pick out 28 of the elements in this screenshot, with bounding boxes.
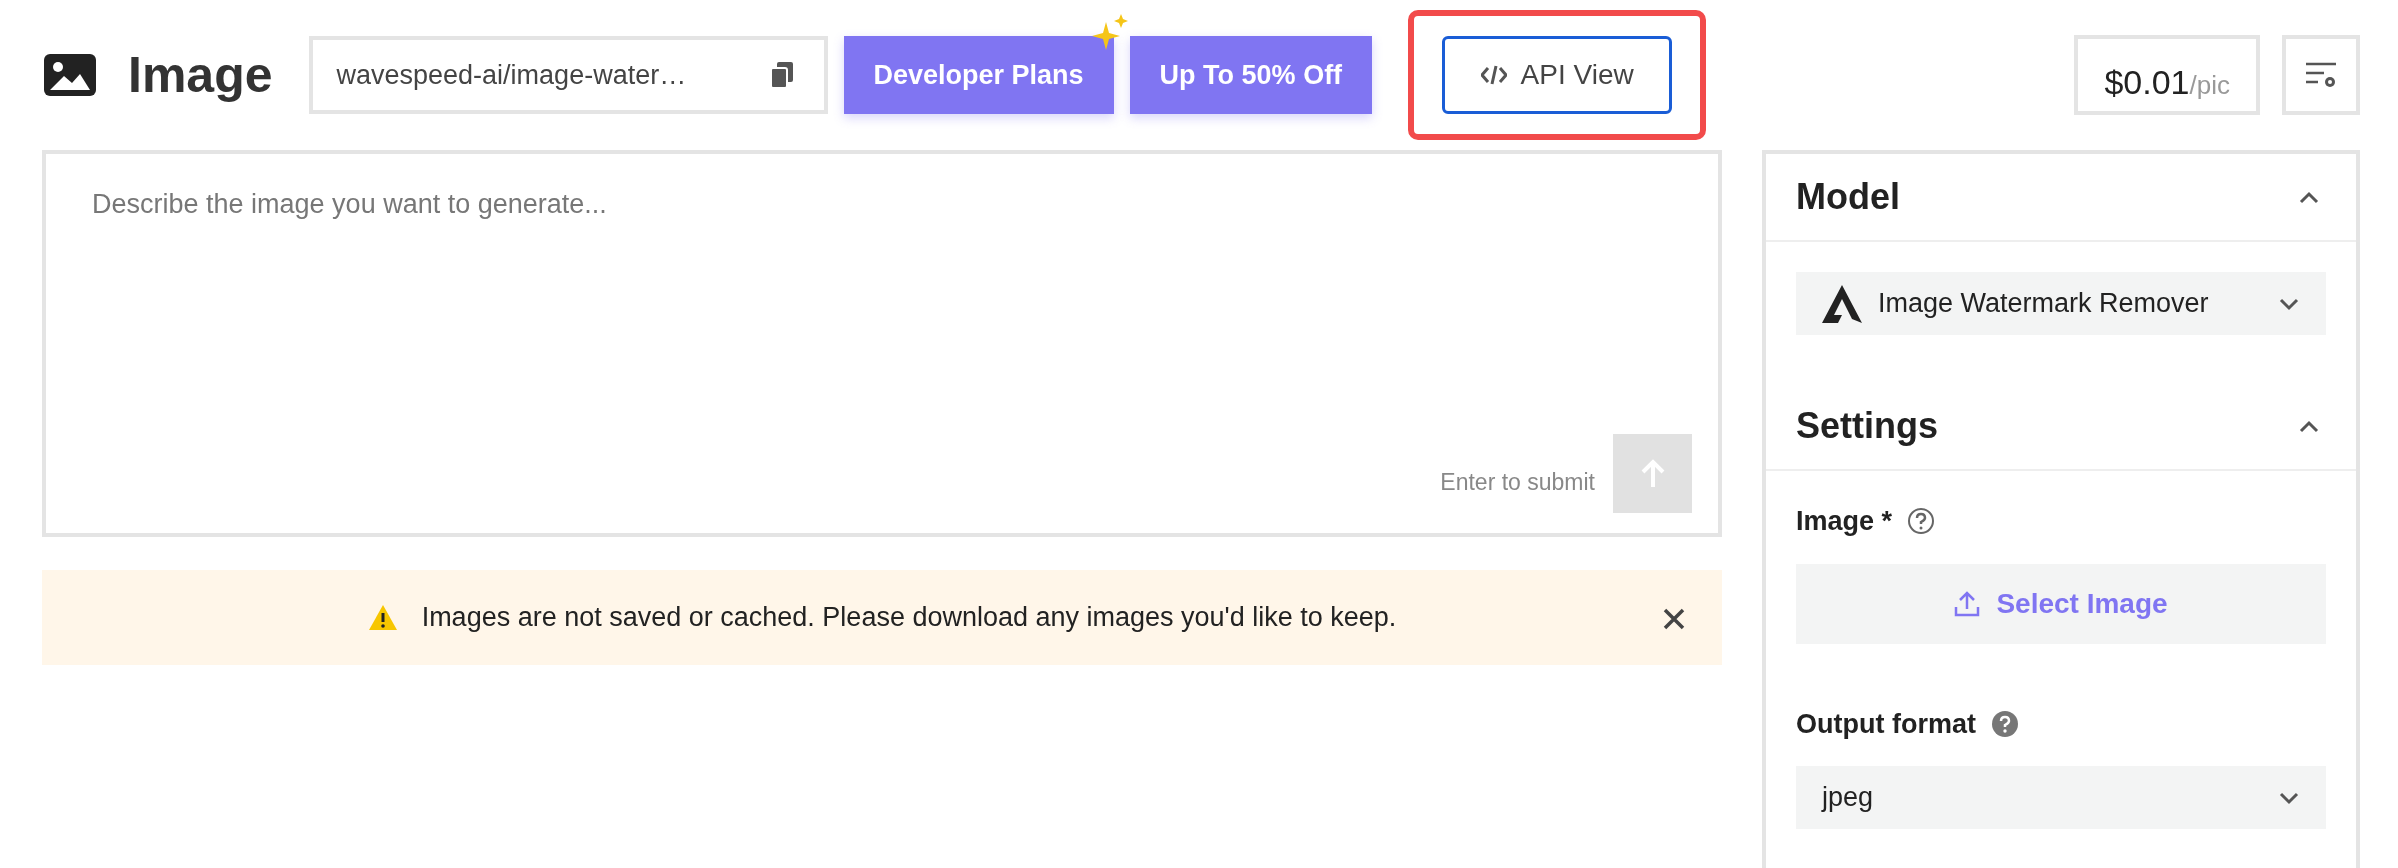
logo-icon <box>1822 284 1862 323</box>
format-select[interactable]: jpeg <box>1796 766 2326 829</box>
notice-text: Images are not saved or cached. Please download any images you'd like to keep. <box>421 601 1397 635</box>
settings-icon <box>2304 60 2338 90</box>
select-value: jpeg <box>1822 781 1874 815</box>
page-title: Image <box>128 45 273 105</box>
model-select[interactable]: Image Watermark Remover <box>1796 272 2326 335</box>
copy-icon[interactable] <box>769 61 794 89</box>
field-label: Image * <box>1796 505 1893 538</box>
image-icon <box>42 52 98 98</box>
select-image-button[interactable]: Select Image <box>1796 563 2326 644</box>
warning-icon <box>367 604 398 631</box>
submit-hint: Enter to submit <box>1440 468 1595 498</box>
field-label: Output format <box>1796 707 1976 741</box>
promo-button[interactable]: Up To 50% Off <box>1129 36 1373 114</box>
api-view-button[interactable]: API View <box>1442 36 1673 114</box>
upload-icon <box>1954 590 1981 617</box>
section-title: Model <box>1796 175 1900 219</box>
arrow-up-icon <box>1639 458 1666 489</box>
price-unit: /pic <box>2189 70 2230 102</box>
model-path-text: wavespeed-ai/image-water… <box>336 58 687 92</box>
prompt-field[interactable]: Describe the image you want to generate... Enter to submit <box>42 150 1722 537</box>
model-name: Image Watermark Remover <box>1878 287 2210 321</box>
settings-button[interactable] <box>2282 35 2360 115</box>
promo-button[interactable]: Developer Plans <box>843 36 1114 114</box>
code-icon <box>1480 64 1507 86</box>
section-title: Settings <box>1796 404 1938 448</box>
price-amount: $0.01 <box>2104 62 2190 103</box>
